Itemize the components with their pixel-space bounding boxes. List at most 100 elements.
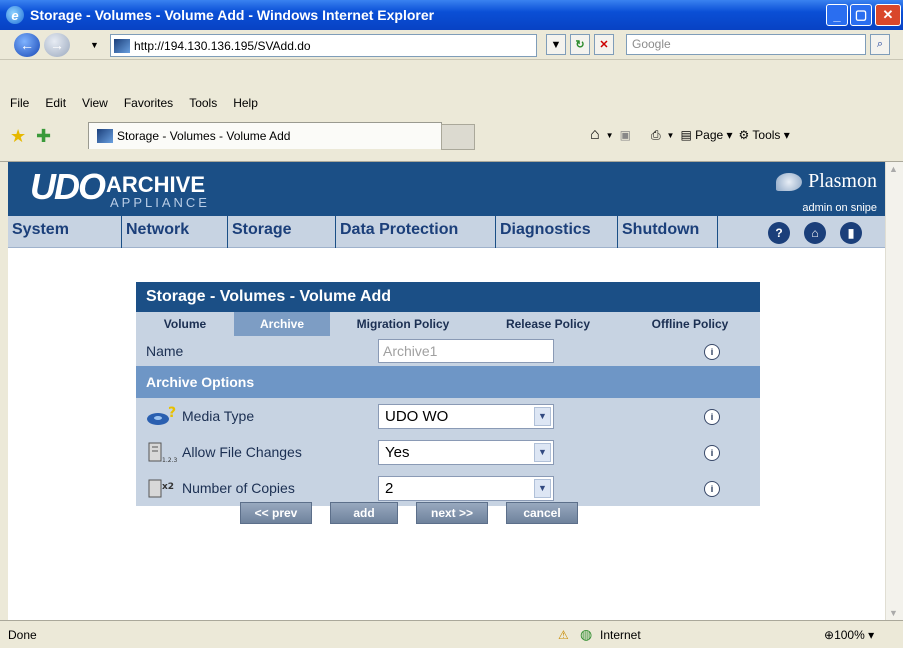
prev-button[interactable]: << prev (240, 502, 312, 524)
status-bar: Done ⚠ ◍ Internet ⊕100% ▾ (0, 620, 903, 648)
zoom-level[interactable]: ⊕100% ▾ (824, 628, 874, 642)
refresh-icon[interactable]: ↻ (570, 34, 590, 55)
ie-icon: e (6, 6, 24, 24)
feeds-icon[interactable]: ▣ (620, 128, 631, 142)
number-of-copies-info-icon[interactable]: i (704, 481, 720, 497)
protected-mode-icon: ⚠ (558, 627, 569, 642)
maximize-button[interactable]: ▢ (850, 4, 872, 26)
header-banner: UDO ARCHIVE APPLIANCE Plasmon admin on s… (8, 162, 885, 216)
scroll-up-icon[interactable]: ▲ (889, 164, 898, 174)
home-page-icon[interactable]: ⌂ (804, 222, 826, 244)
nav-network[interactable]: Network (122, 216, 228, 248)
number-of-copies-value: 2 (385, 480, 394, 497)
volume-add-panel: Storage - Volumes - Volume Add Volume Ar… (136, 282, 760, 506)
allow-file-changes-value: Yes (385, 444, 410, 461)
zoom-value: 100% (834, 627, 865, 642)
title-bar: e Storage - Volumes - Volume Add - Windo… (0, 0, 903, 30)
print-icon[interactable]: ⎙ (651, 128, 661, 143)
page-content: UDO ARCHIVE APPLIANCE Plasmon admin on s… (8, 162, 885, 620)
favorites-star-icon[interactable]: ★ (10, 126, 26, 147)
menu-favorites[interactable]: Favorites (124, 96, 173, 110)
panel-title: Storage - Volumes - Volume Add (136, 282, 760, 312)
next-button[interactable]: next >> (416, 502, 488, 524)
add-favorite-icon[interactable]: ✚ (36, 126, 51, 147)
vertical-scrollbar[interactable]: ▲ ▼ (885, 162, 903, 620)
scroll-down-icon[interactable]: ▼ (889, 608, 898, 618)
address-url: http://194.130.136.195/SVAdd.do (134, 38, 311, 53)
media-type-icon: ? (147, 405, 176, 425)
plasmon-logo: Plasmon (776, 170, 877, 193)
menu-help[interactable]: Help (233, 96, 258, 110)
media-type-label: Media Type (182, 408, 255, 424)
tools-menu[interactable]: ⚙ Tools ▾ (739, 128, 790, 142)
udo-archive-logo: UDO ARCHIVE APPLIANCE (30, 166, 207, 210)
plasmon-swirl-icon (776, 173, 803, 192)
tab-archive[interactable]: Archive (234, 312, 330, 336)
page-menu[interactable]: ▤ Page ▾ (680, 128, 732, 142)
nav-shutdown[interactable]: Shutdown (618, 216, 718, 248)
media-type-select[interactable]: UDO WO ▼ (378, 404, 554, 429)
chevron-down-icon[interactable]: ▼ (534, 407, 551, 426)
minimize-button[interactable]: _ (826, 4, 848, 26)
media-type-value: UDO WO (385, 408, 449, 425)
chevron-down-icon[interactable]: ▼ (534, 479, 551, 498)
logo-udo: UDO (30, 166, 106, 207)
home-dropdown-icon[interactable]: ▼ (606, 131, 614, 140)
number-of-copies-label: Number of Copies (182, 480, 295, 496)
search-icon[interactable]: ⌕ (870, 34, 890, 55)
main-nav: System Network Storage Data Protection D… (8, 216, 885, 248)
archive-options-header: Archive Options (136, 366, 760, 398)
tools-menu-label: Tools (752, 128, 781, 142)
stop-icon[interactable]: ✕ (594, 34, 614, 55)
tab-current[interactable]: Storage - Volumes - Volume Add (88, 122, 442, 149)
page-menu-label: Page (695, 128, 724, 142)
tab-migration-policy[interactable]: Migration Policy (330, 312, 476, 336)
help-icon[interactable]: ? (768, 222, 790, 244)
close-button[interactable]: ✕ (875, 4, 901, 26)
menu-view[interactable]: View (82, 96, 108, 110)
menu-bar: File Edit View Favorites Tools Help (0, 92, 903, 114)
svg-text:1.2.3: 1.2.3 (162, 457, 177, 463)
history-dropdown-icon[interactable]: ▼ (90, 40, 99, 50)
name-input[interactable]: Archive1 (378, 339, 554, 363)
media-type-info-icon[interactable]: i (704, 409, 720, 425)
print-dropdown-icon[interactable]: ▼ (667, 131, 675, 140)
file-changes-icon: 1.2.3 (148, 442, 177, 463)
svg-text:x2: x2 (162, 482, 174, 492)
status-text: Done (8, 627, 37, 642)
number-of-copies-select[interactable]: 2 ▼ (378, 476, 554, 501)
chevron-down-icon[interactable]: ▼ (534, 443, 551, 462)
action-buttons: << prev add next >> cancel (240, 502, 596, 524)
tab-volume[interactable]: Volume (136, 312, 234, 336)
menu-edit[interactable]: Edit (45, 96, 66, 110)
panel-tabs: Volume Archive Migration Policy Release … (136, 312, 760, 336)
allow-file-changes-select[interactable]: Yes ▼ (378, 440, 554, 465)
allow-file-changes-label: Allow File Changes (182, 444, 302, 460)
add-button[interactable]: add (330, 502, 398, 524)
nav-storage[interactable]: Storage (228, 216, 336, 248)
tab-title: Storage - Volumes - Volume Add (117, 129, 291, 143)
menu-tools[interactable]: Tools (189, 96, 217, 110)
nav-diagnostics[interactable]: Diagnostics (496, 216, 618, 248)
allow-file-changes-info-icon[interactable]: i (704, 445, 720, 461)
menu-file[interactable]: File (10, 96, 29, 110)
user-info: admin on snipe (802, 202, 877, 214)
tab-offline-policy[interactable]: Offline Policy (620, 312, 760, 336)
address-input[interactable]: http://194.130.136.195/SVAdd.do (110, 34, 537, 57)
tab-release-policy[interactable]: Release Policy (476, 312, 620, 336)
home-icon[interactable]: ⌂ (590, 126, 600, 144)
cancel-button[interactable]: cancel (506, 502, 578, 524)
copies-icon: x2 (148, 479, 174, 498)
name-info-icon[interactable]: i (704, 344, 720, 360)
nav-system[interactable]: System (8, 216, 122, 248)
nav-data-protection[interactable]: Data Protection (336, 216, 496, 248)
vendor-name: Plasmon (808, 170, 877, 192)
address-toolbar: ← → ▼ http://194.130.136.195/SVAdd.do ▼ … (0, 30, 903, 60)
new-tab-button[interactable] (441, 124, 475, 150)
back-button[interactable]: ← (14, 33, 40, 57)
globe-icon: ◍ (580, 626, 593, 642)
search-input[interactable]: Google (626, 34, 866, 55)
address-dropdown-icon[interactable]: ▼ (546, 34, 566, 55)
logout-icon[interactable]: ▮ (840, 222, 862, 244)
forward-button[interactable]: → (44, 33, 70, 57)
